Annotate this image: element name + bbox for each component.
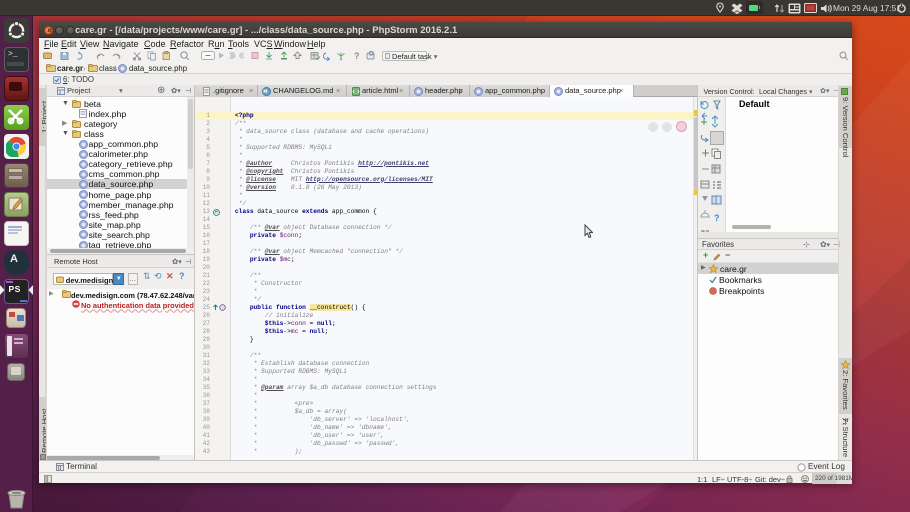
svg-text:?: ? bbox=[354, 51, 360, 61]
svg-text:?: ? bbox=[714, 213, 720, 223]
